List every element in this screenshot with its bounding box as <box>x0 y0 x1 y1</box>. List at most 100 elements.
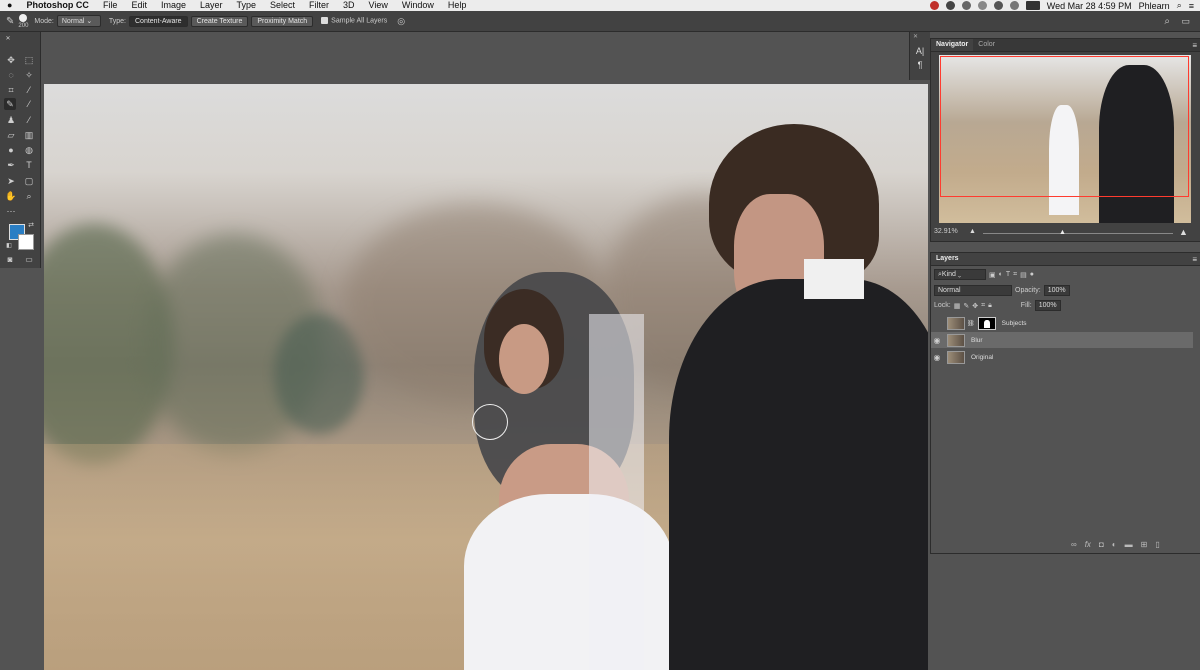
menu-window[interactable]: Window <box>395 0 441 11</box>
tab-layers[interactable]: Layers <box>931 253 964 265</box>
pressure-size-icon[interactable]: ◎ <box>397 16 405 27</box>
layer-row-blur[interactable]: ◉ Blur <box>931 332 1193 348</box>
eye-icon[interactable]: ◉ <box>931 353 943 362</box>
menu-type[interactable]: Type <box>230 0 264 11</box>
eraser-tool-icon[interactable]: ▱ <box>5 129 17 141</box>
lock-artboard-icon[interactable]: ⌗ <box>981 302 985 310</box>
type-tool-icon[interactable]: T <box>23 159 35 171</box>
crop-tool-icon[interactable]: ⌗ <box>5 84 17 96</box>
path-selection-tool-icon[interactable]: ➤ <box>5 175 17 187</box>
volume-icon[interactable] <box>1009 1 1019 10</box>
zoom-in-icon[interactable]: ▲ <box>1179 227 1188 237</box>
menu-layer[interactable]: Layer <box>193 0 230 11</box>
menu-view[interactable]: View <box>362 0 395 11</box>
proximity-match-button[interactable]: Proximity Match <box>251 15 314 27</box>
sample-all-layers-checkbox[interactable]: Sample All Layers <box>321 17 387 25</box>
layers-menu-icon[interactable]: ≡ <box>1192 255 1197 264</box>
brush-preset-picker[interactable]: 200 <box>18 13 28 29</box>
blur-tool-icon[interactable]: ● <box>5 144 17 156</box>
panel-menu-icon[interactable]: ≡ <box>1192 41 1197 50</box>
lock-position-icon[interactable]: ✥ <box>972 302 978 310</box>
collapse-strip-icon[interactable]: ✕ <box>910 32 930 41</box>
search-icon[interactable]: ⌕ <box>1164 16 1170 27</box>
wifi-icon[interactable] <box>993 1 1003 10</box>
fill-field[interactable]: 100% <box>1034 300 1061 311</box>
swap-colors-icon[interactable]: ⇄ <box>25 220 37 232</box>
navigator-zoom[interactable]: 32.91% <box>934 228 958 235</box>
paragraph-panel-icon[interactable]: ¶ <box>910 60 930 70</box>
lock-transparent-icon[interactable]: ▦ <box>954 302 961 310</box>
filter-pixel-icon[interactable]: ▣ <box>989 271 996 279</box>
collapse-tools-icon[interactable]: ✕ <box>2 33 14 45</box>
default-colors-icon[interactable]: ◧ <box>3 240 15 252</box>
character-panel-icon[interactable]: A| <box>910 46 930 56</box>
battery-icon[interactable] <box>1025 1 1040 10</box>
eyedropper-tool-icon[interactable]: ⁄ <box>23 84 35 96</box>
spotlight-icon[interactable]: ⌕ <box>1177 0 1182 11</box>
tab-color[interactable]: Color <box>973 39 1000 51</box>
filter-toggle-icon[interactable]: ● <box>1030 271 1034 278</box>
magic-wand-tool-icon[interactable]: ✧ <box>23 69 35 81</box>
zoom-out-icon[interactable]: ▲ <box>969 228 976 235</box>
eye-icon[interactable]: ◉ <box>931 336 943 345</box>
create-texture-button[interactable]: Create Texture <box>190 15 249 27</box>
pen-tool-icon[interactable]: ✒ <box>5 159 17 171</box>
link-icon[interactable]: ∞ <box>1071 540 1077 549</box>
clock-datetime[interactable]: Wed Mar 28 4:59 PM <box>1047 1 1132 11</box>
zoom-slider-track[interactable] <box>983 233 1173 234</box>
history-brush-tool-icon[interactable]: ⁄ <box>23 114 35 126</box>
content-aware-button[interactable]: Content-Aware <box>129 15 188 27</box>
menu-file[interactable]: File <box>96 0 125 11</box>
lasso-tool-icon[interactable]: ◌ <box>5 69 17 81</box>
tab-navigator[interactable]: Navigator <box>931 39 974 51</box>
marquee-tool-icon[interactable]: ⬚ <box>23 54 35 66</box>
navigator-thumbnail[interactable] <box>939 55 1191 223</box>
view-frame[interactable] <box>940 56 1189 197</box>
creative-cloud-icon[interactable] <box>945 1 955 10</box>
brush-tool-icon[interactable]: ⁄ <box>23 98 35 110</box>
menu-3d[interactable]: 3D <box>336 0 362 11</box>
adjustment-icon[interactable]: ◐ <box>1112 540 1117 549</box>
gradient-tool-icon[interactable]: ▥ <box>23 129 35 141</box>
quick-mask-icon[interactable]: ◙ <box>4 254 16 266</box>
new-layer-icon[interactable]: ⊞ <box>1141 540 1148 549</box>
layer-row-subjects[interactable]: ⛓ Subjects <box>931 315 1193 331</box>
user-name[interactable]: Phlearn <box>1139 1 1170 11</box>
blend-mode-select[interactable]: Normal <box>934 285 1012 296</box>
menu-help[interactable]: Help <box>441 0 474 11</box>
dodge-tool-icon[interactable]: ◍ <box>23 144 35 156</box>
layer-row-original[interactable]: ◉ Original <box>931 349 1193 365</box>
background-color-swatch[interactable] <box>18 234 34 250</box>
bluetooth-icon[interactable] <box>977 1 987 10</box>
workspace-icon[interactable]: ▭ <box>1181 16 1190 27</box>
clock-icon[interactable] <box>961 1 971 10</box>
status-app-icon[interactable] <box>929 1 939 10</box>
apple-menu-icon[interactable]: ● <box>0 0 19 11</box>
document-canvas[interactable] <box>44 84 928 670</box>
clone-stamp-tool-icon[interactable]: ♟ <box>5 114 17 126</box>
move-tool-icon[interactable]: ✥ <box>5 54 17 66</box>
lock-image-icon[interactable]: ✎ <box>963 302 969 310</box>
filter-type-icon[interactable]: T <box>1006 271 1010 278</box>
menu-select[interactable]: Select <box>263 0 302 11</box>
fx-icon[interactable]: fx <box>1085 540 1091 549</box>
app-menu[interactable]: Photoshop CC <box>19 0 96 11</box>
mode-select[interactable]: Normal ⌄ <box>56 15 101 27</box>
filter-adjustment-icon[interactable]: ◐ <box>999 271 1003 278</box>
menu-edit[interactable]: Edit <box>124 0 154 11</box>
zoom-slider-thumb[interactable]: ▲ <box>1059 229 1066 236</box>
trash-icon[interactable]: ▯ <box>1155 540 1159 549</box>
menu-image[interactable]: Image <box>154 0 193 11</box>
lock-all-icon[interactable]: 🔒︎ <box>988 302 992 310</box>
folder-icon[interactable]: ▬ <box>1125 540 1133 549</box>
hand-tool-icon[interactable]: ✋ <box>5 190 17 202</box>
healing-brush-tool-icon[interactable]: ✎ <box>4 98 16 110</box>
mask-link-icon[interactable]: ⛓ <box>967 320 975 327</box>
opacity-field[interactable]: 100% <box>1043 285 1070 296</box>
filter-kind-select[interactable]: ⌕Kind ⌄ <box>934 269 986 280</box>
filter-smart-object-icon[interactable]: ▤ <box>1020 271 1027 279</box>
screen-mode-icon[interactable]: ▭ <box>23 254 35 266</box>
edit-toolbar-icon[interactable]: ⋯ <box>5 205 17 217</box>
mask-icon[interactable]: ◘ <box>1099 540 1104 549</box>
shape-tool-icon[interactable]: ▢ <box>23 175 35 187</box>
